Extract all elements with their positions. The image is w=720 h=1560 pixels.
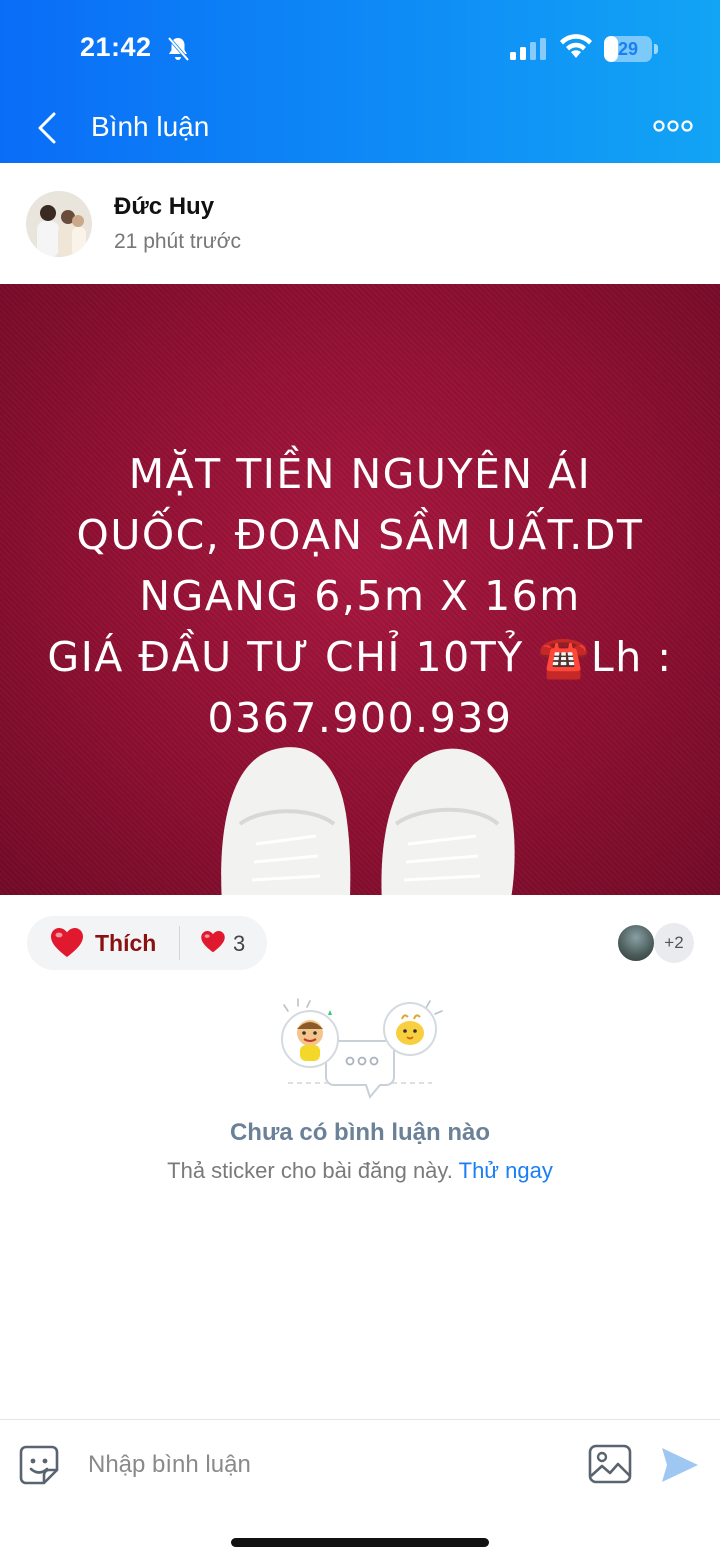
bell-off-icon	[167, 36, 190, 62]
comment-input[interactable]	[88, 1440, 558, 1490]
heart-icon	[201, 931, 225, 953]
like-button[interactable]: Thích 3	[27, 916, 267, 970]
post-time: 21 phút trước	[114, 230, 242, 253]
try-sticker-link[interactable]: Thử ngay	[459, 1158, 553, 1183]
more-options-button[interactable]	[652, 112, 694, 140]
heart-icon	[51, 928, 83, 957]
image-icon[interactable]	[588, 1444, 632, 1484]
author-name[interactable]: Đức Huy	[114, 193, 214, 221]
post-text-line: NGANG 6,5m X 16m	[139, 572, 581, 620]
comment-composer	[0, 1419, 720, 1560]
send-icon[interactable]	[660, 1446, 700, 1484]
empty-comments-illustration	[281, 998, 443, 1100]
author-avatar[interactable]	[26, 191, 92, 257]
post-author: Đức Huy 21 phút trước	[0, 163, 720, 283]
signal-icon	[510, 38, 546, 60]
wifi-icon	[560, 34, 592, 58]
reaction-count[interactable]: 3	[233, 931, 245, 957]
reactions-row: Thích 3 +2	[0, 895, 720, 991]
divider	[179, 926, 180, 960]
app-header: 21:42 29 Bình luận	[0, 0, 720, 163]
sticker-icon[interactable]	[18, 1444, 60, 1486]
post-text-line: MẶT TIỀN NGUYÊN ÁI	[128, 450, 592, 498]
like-label: Thích	[95, 930, 157, 956]
battery-icon: 29	[604, 36, 658, 62]
empty-comments-hint: Thả sticker cho bài đăng này.	[167, 1158, 453, 1183]
post-image[interactable]: MẶT TIỀN NGUYÊN ÁI QUỐC, ĐOẠN SẦM UẤT.DT…	[0, 284, 720, 895]
post-text-line: GIÁ ĐẦU TƯ CHỈ 10TỶ ☎️Lh :	[47, 633, 673, 681]
liker-avatar[interactable]	[616, 923, 656, 963]
home-indicator	[231, 1538, 489, 1547]
more-likers-badge[interactable]: +2	[654, 923, 694, 963]
empty-comments-subtitle: Thả sticker cho bài đăng này. Thử ngay	[0, 1158, 720, 1184]
status-time: 21:42	[80, 32, 152, 62]
post-image-text: MẶT TIỀN NGUYÊN ÁI QUỐC, ĐOẠN SẦM UẤT.DT…	[0, 444, 720, 749]
page-title: Bình luận	[91, 111, 210, 142]
post-text-line: QUỐC, ĐOẠN SẦM UẤT.DT	[76, 511, 644, 559]
sneakers-illustration	[221, 747, 515, 895]
post-text-line: 0367.900.939	[207, 694, 513, 742]
back-button[interactable]	[30, 108, 66, 148]
battery-level: 29	[617, 39, 639, 59]
empty-comments-title: Chưa có bình luận nào	[229, 1119, 491, 1146]
